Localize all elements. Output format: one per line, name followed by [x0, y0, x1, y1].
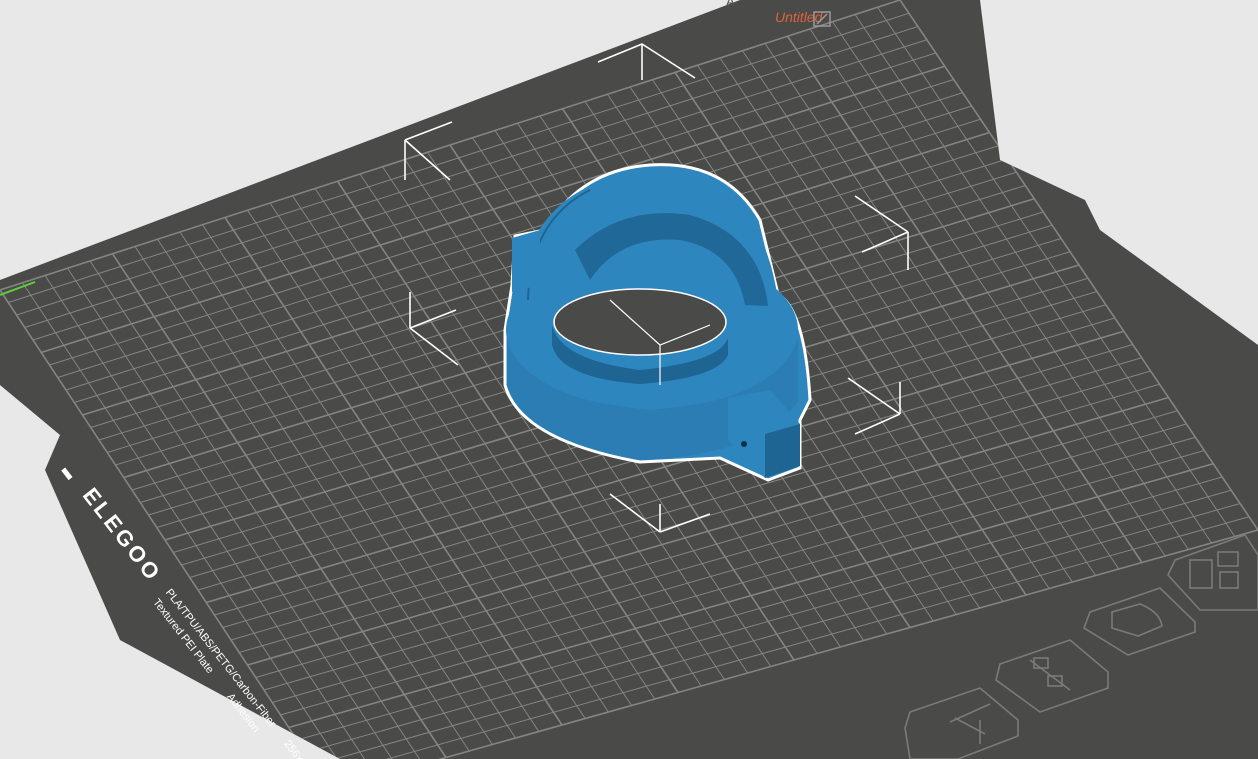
plate-number-label: A	[726, 0, 735, 9]
3d-viewport[interactable]: ELEGOO PLA/TPU/ABS/PETG/Carbon-Fiber Tex…	[0, 0, 1258, 759]
